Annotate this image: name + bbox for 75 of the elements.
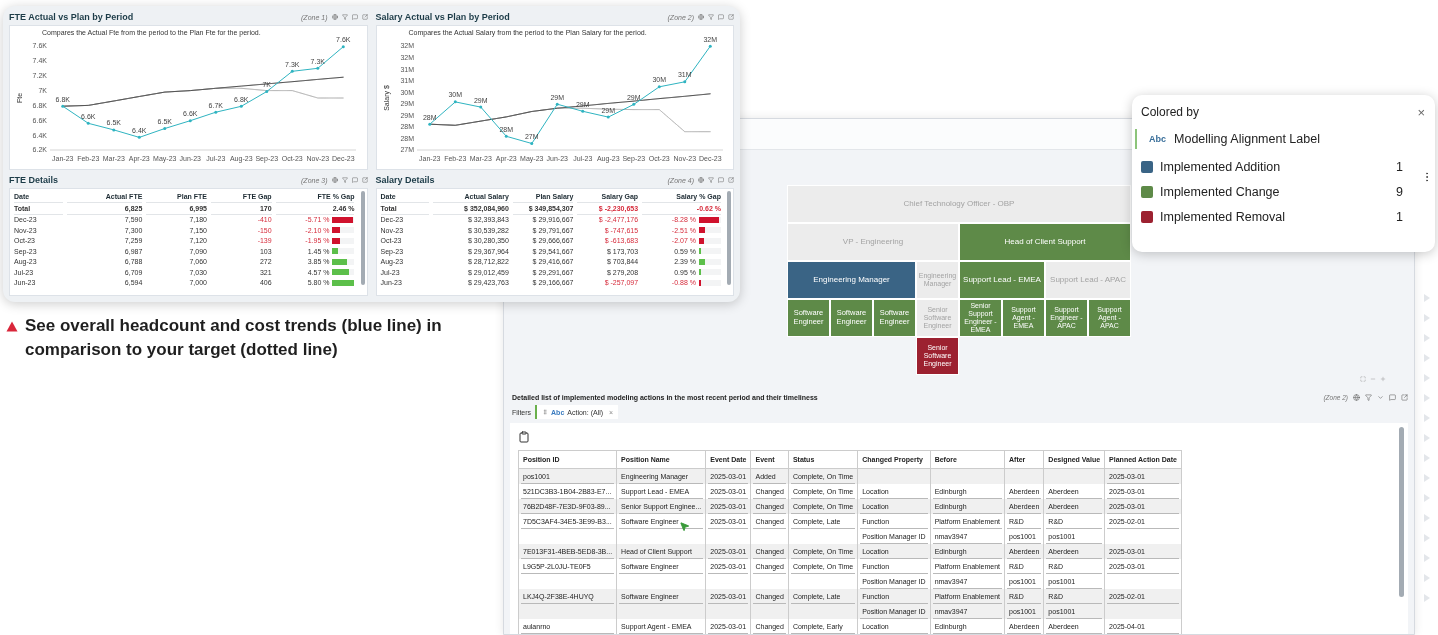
data-point (453, 100, 457, 104)
globe-icon[interactable] (331, 177, 338, 183)
data-point (427, 122, 431, 126)
treemap-cell[interactable]: VP - Engineering (787, 223, 959, 261)
comment-icon[interactable] (718, 177, 724, 183)
filter-icon[interactable] (341, 14, 348, 20)
popover-title: Colored by (1141, 105, 1200, 119)
mouse-pointer-icon (679, 521, 690, 532)
data-point (504, 134, 508, 138)
data-point (137, 135, 141, 139)
legend-count: 9 (1396, 184, 1404, 199)
chevron-down-icon[interactable] (1377, 394, 1384, 401)
type-tag: Abc (1149, 134, 1166, 144)
panel-title: FTE Details (9, 175, 58, 185)
clipboard-icon[interactable] (518, 431, 530, 443)
data-point (606, 115, 610, 119)
globe-icon[interactable] (331, 14, 338, 20)
legend-label: Implemented Removal (1160, 209, 1287, 224)
treemap-cell[interactable]: Support Lead - APAC (1045, 261, 1131, 299)
filter-icon[interactable] (708, 14, 714, 20)
data-point (239, 104, 243, 108)
panel-title: Salary Actual vs Plan by Period (375, 12, 510, 22)
field-name: Modelling Alignment Label (1174, 132, 1320, 146)
comment-icon[interactable] (351, 14, 358, 20)
panel-title: FTE Actual vs Plan by Period (9, 12, 134, 22)
scrollbar[interactable] (360, 191, 365, 285)
filter-icon[interactable] (708, 177, 714, 183)
export-icon[interactable] (728, 14, 734, 20)
data-point (708, 44, 712, 48)
data-point (478, 105, 482, 109)
comment-icon[interactable] (718, 14, 724, 20)
legend-label: Implemented Addition (1160, 159, 1282, 174)
data-point (290, 69, 294, 73)
data-point (112, 128, 116, 132)
grip-icon[interactable] (542, 409, 549, 415)
data-point (657, 85, 661, 89)
legend-count: 1 (1396, 209, 1404, 224)
comment-icon[interactable] (351, 177, 358, 183)
data-point (580, 109, 584, 113)
treemap-cell[interactable]: Support Lead - EMEA (959, 261, 1045, 299)
globe-icon[interactable] (1353, 394, 1360, 401)
data-point (631, 102, 635, 106)
globe-icon[interactable] (698, 14, 704, 20)
legend-label: Implemented Change (1160, 184, 1281, 199)
export-icon[interactable] (361, 177, 368, 183)
export-icon[interactable] (361, 14, 368, 20)
treemap-cell[interactable]: Engineering Manager (787, 261, 916, 299)
scrollbar[interactable] (727, 191, 731, 285)
data-point (61, 104, 65, 108)
data-point (214, 110, 218, 114)
data-point (341, 45, 345, 49)
panel-title: Salary Details (375, 175, 435, 185)
data-point (529, 141, 533, 145)
globe-icon[interactable] (698, 177, 704, 183)
data-point (86, 121, 90, 125)
data-point (316, 66, 320, 70)
export-icon[interactable] (728, 177, 734, 183)
zoom-in-icon[interactable] (1380, 376, 1386, 382)
comment-icon[interactable] (1389, 394, 1396, 401)
data-point (163, 126, 167, 130)
treemap-cell[interactable]: Chief Technology Officer - OBP (787, 185, 1131, 223)
data-point (188, 119, 192, 123)
filter-icon[interactable] (341, 177, 348, 183)
fullscreen-icon[interactable] (1360, 376, 1366, 382)
data-point (265, 90, 269, 94)
caption-text: See overall headcount and cost trends (blue line) in comparison to your target (dotted line) (25, 315, 443, 361)
treemap-cell[interactable]: Head of Client Support (959, 223, 1131, 261)
export-icon[interactable] (1401, 394, 1408, 401)
triangle-icon (6, 321, 18, 332)
close-button[interactable]: × (1417, 104, 1425, 120)
legend-count: 1 (1396, 159, 1404, 174)
scrollbar[interactable] (1399, 427, 1404, 597)
filter-icon[interactable] (1365, 394, 1372, 401)
data-point (682, 80, 686, 84)
data-point (555, 102, 559, 106)
